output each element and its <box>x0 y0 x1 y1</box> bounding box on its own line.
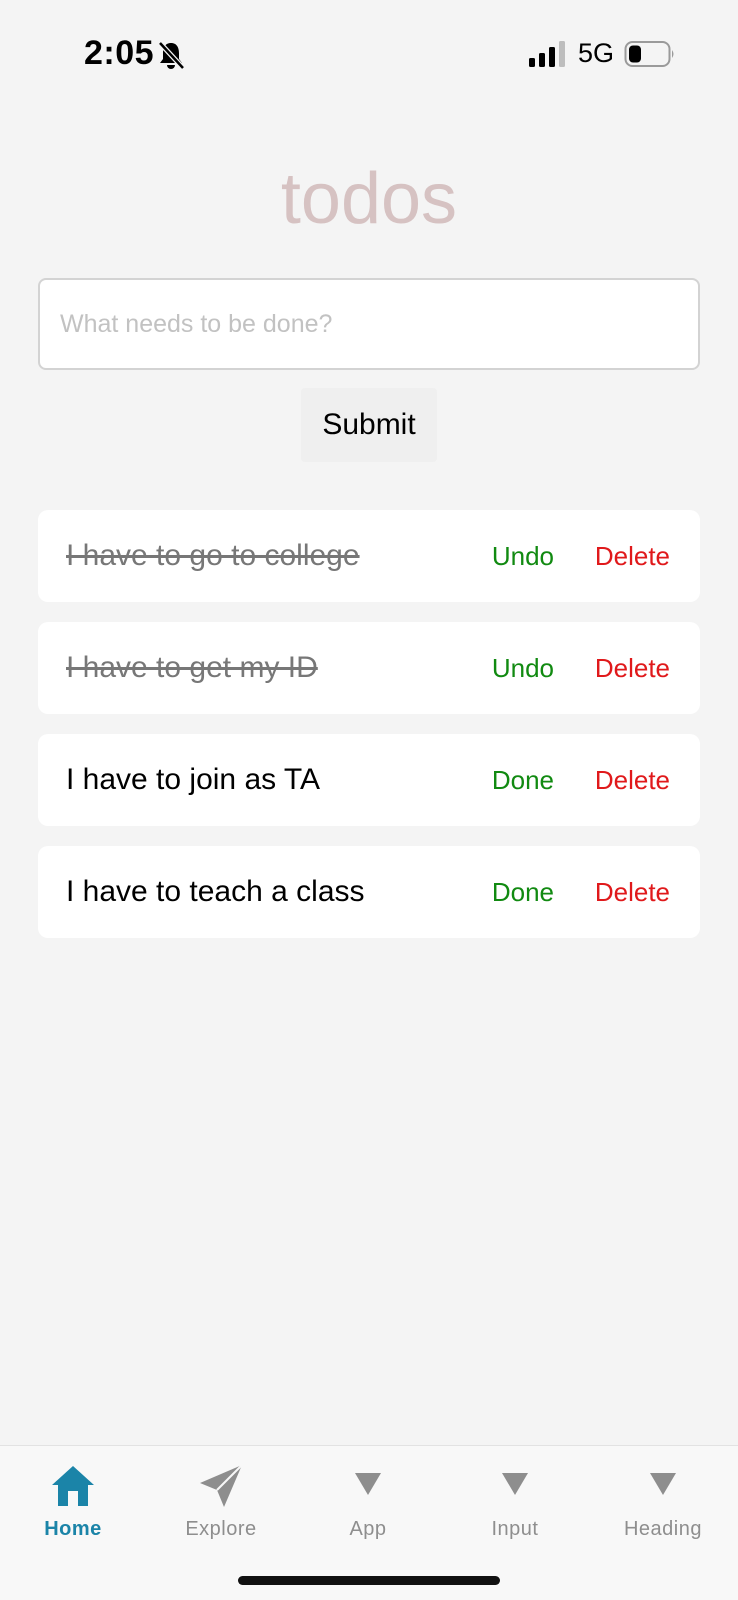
todo-item: I have to join as TA Done Delete <box>38 734 700 826</box>
todo-text: I have to teach a class <box>66 875 365 908</box>
new-todo-input[interactable] <box>38 278 700 370</box>
todo-list: I have to go to college Undo Delete I ha… <box>38 510 700 958</box>
tab-label: Input <box>491 1518 539 1540</box>
delete-button[interactable]: Delete <box>595 622 670 714</box>
tab-label: Home <box>44 1518 102 1540</box>
tab-heading[interactable]: Heading <box>603 1460 723 1550</box>
triangle-down-icon <box>355 1473 381 1495</box>
todo-text: I have to join as TA <box>66 763 321 796</box>
paper-plane-icon <box>200 1464 243 1507</box>
todo-item: I have to go to college Undo Delete <box>38 510 700 602</box>
tab-home[interactable]: Home <box>13 1460 133 1550</box>
tab-app[interactable]: App <box>308 1460 428 1550</box>
todo-text: I have to go to college <box>66 539 360 572</box>
triangle-down-icon <box>502 1473 528 1495</box>
tab-explore[interactable]: Explore <box>161 1460 281 1550</box>
undo-button[interactable]: Undo <box>492 510 554 602</box>
todo-item: I have to get my ID Undo Delete <box>38 622 700 714</box>
network-type: 5G <box>578 38 615 68</box>
todo-app-screen: 2:05 5G todos Submit I have to go to col… <box>0 0 738 1600</box>
tab-label: Heading <box>623 1518 702 1540</box>
tab-label: Explore <box>185 1518 257 1540</box>
submit-button[interactable]: Submit <box>301 388 437 462</box>
tab-label: App <box>349 1518 387 1540</box>
battery-icon <box>624 41 674 67</box>
tab-input[interactable]: Input <box>455 1460 575 1550</box>
todo-text: I have to get my ID <box>66 651 318 684</box>
bell-muted-icon <box>158 41 185 70</box>
cellular-signal-icon <box>529 41 565 67</box>
done-button[interactable]: Done <box>492 734 554 826</box>
home-indicator <box>238 1576 500 1585</box>
delete-button[interactable]: Delete <box>595 510 670 602</box>
done-button[interactable]: Done <box>492 846 554 938</box>
delete-button[interactable]: Delete <box>595 734 670 826</box>
triangle-down-icon <box>650 1473 676 1495</box>
status-bar: 2:05 5G <box>0 0 738 110</box>
page-title: todos <box>280 159 458 239</box>
status-time: 2:05 <box>84 34 155 72</box>
delete-button[interactable]: Delete <box>595 846 670 938</box>
undo-button[interactable]: Undo <box>492 622 554 714</box>
todo-item: I have to teach a class Done Delete <box>38 846 700 938</box>
home-icon <box>52 1466 94 1506</box>
